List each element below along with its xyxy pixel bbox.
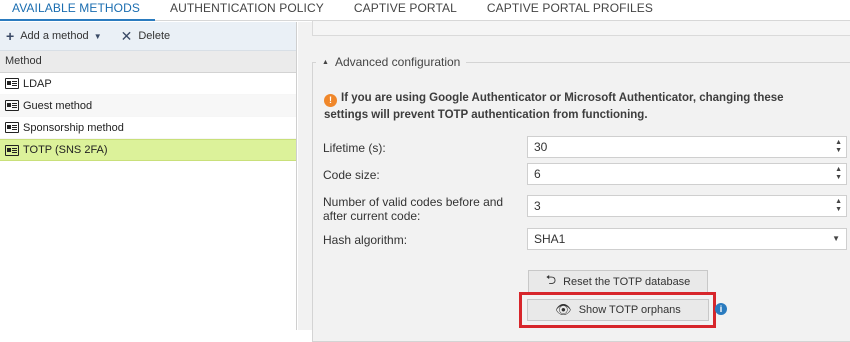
code-size-label: Code size: xyxy=(323,168,380,182)
tab-bar: AVAILABLE METHODS AUTHENTICATION POLICY … xyxy=(0,0,850,21)
list-item[interactable]: Sponsorship method xyxy=(0,117,296,139)
methods-panel: + Add a method ▼ ✕ Delete Method LDAP Gu… xyxy=(0,22,297,330)
warning-icon: ! xyxy=(324,94,337,107)
list-item[interactable]: LDAP xyxy=(0,73,296,95)
spinner-arrows-icon[interactable]: ▲ ▼ xyxy=(835,166,842,182)
warning-message: ! If you are using Google Authenticator o… xyxy=(324,90,824,123)
code-size-value: 6 xyxy=(534,167,541,181)
reset-button-label: Reset the TOTP database xyxy=(563,275,691,288)
valid-codes-input[interactable]: 3 ▲ ▼ xyxy=(527,195,847,217)
totp-icon xyxy=(5,144,19,156)
tab-available-methods[interactable]: AVAILABLE METHODS xyxy=(0,0,155,21)
methods-toolbar: + Add a method ▼ ✕ Delete xyxy=(0,22,296,51)
close-icon: ✕ xyxy=(120,28,133,44)
tab-captive-portal-profiles[interactable]: CAPTIVE PORTAL PROFILES xyxy=(472,0,668,20)
delete-label: Delete xyxy=(138,30,171,42)
column-header-method[interactable]: Method xyxy=(0,51,296,73)
advanced-config-legend: Advanced configuration xyxy=(334,55,461,69)
reset-totp-database-button[interactable]: ⮌ Reset the TOTP database xyxy=(528,270,708,293)
warning-text: If you are using Google Authenticator or… xyxy=(324,92,784,121)
collapse-triangle-icon: ▲ xyxy=(322,58,329,66)
code-size-input[interactable]: 6 ▲ ▼ xyxy=(527,163,847,185)
add-method-label: Add a method xyxy=(20,30,89,42)
ldap-icon xyxy=(5,78,19,89)
advanced-config-toggle[interactable]: ▲ Advanced configuration xyxy=(316,54,467,70)
list-item-label: TOTP (SNS 2FA) xyxy=(23,144,108,156)
list-item-label: LDAP xyxy=(23,77,52,90)
spinner-arrows-icon[interactable]: ▲ ▼ xyxy=(835,139,842,155)
tab-authentication-policy[interactable]: AUTHENTICATION POLICY xyxy=(155,0,339,20)
info-icon[interactable]: i xyxy=(715,303,727,315)
valid-codes-value: 3 xyxy=(534,199,541,213)
guest-icon xyxy=(5,100,19,111)
chevron-down-icon: ▼ xyxy=(832,234,840,243)
plus-icon: + xyxy=(6,28,15,44)
previous-section xyxy=(312,21,850,36)
list-item[interactable]: Guest method xyxy=(0,95,296,117)
valid-codes-label: Number of valid codes before and after c… xyxy=(323,195,504,223)
list-item-selected[interactable]: TOTP (SNS 2FA) xyxy=(0,139,296,161)
tab-captive-portal[interactable]: CAPTIVE PORTAL xyxy=(339,0,472,20)
spinner-arrows-icon[interactable]: ▲ ▼ xyxy=(835,198,842,214)
sponsorship-icon xyxy=(5,122,19,133)
reset-icon: ⮌ xyxy=(545,271,557,287)
add-method-button[interactable]: + Add a method ▼ xyxy=(6,29,102,43)
lifetime-value: 30 xyxy=(534,140,548,154)
list-item-label: Sponsorship method xyxy=(23,121,124,134)
list-item-label: Guest method xyxy=(23,99,93,112)
lifetime-label: Lifetime (s): xyxy=(323,141,386,155)
hash-algorithm-label: Hash algorithm: xyxy=(323,233,408,247)
highlight-box xyxy=(519,292,716,328)
chevron-down-icon: ▼ xyxy=(93,31,102,41)
hash-algorithm-select[interactable]: SHA1 ▼ xyxy=(527,228,847,250)
lifetime-input[interactable]: 30 ▲ ▼ xyxy=(527,136,847,158)
hash-algorithm-value: SHA1 xyxy=(534,232,566,246)
delete-button[interactable]: ✕ Delete xyxy=(121,29,171,43)
